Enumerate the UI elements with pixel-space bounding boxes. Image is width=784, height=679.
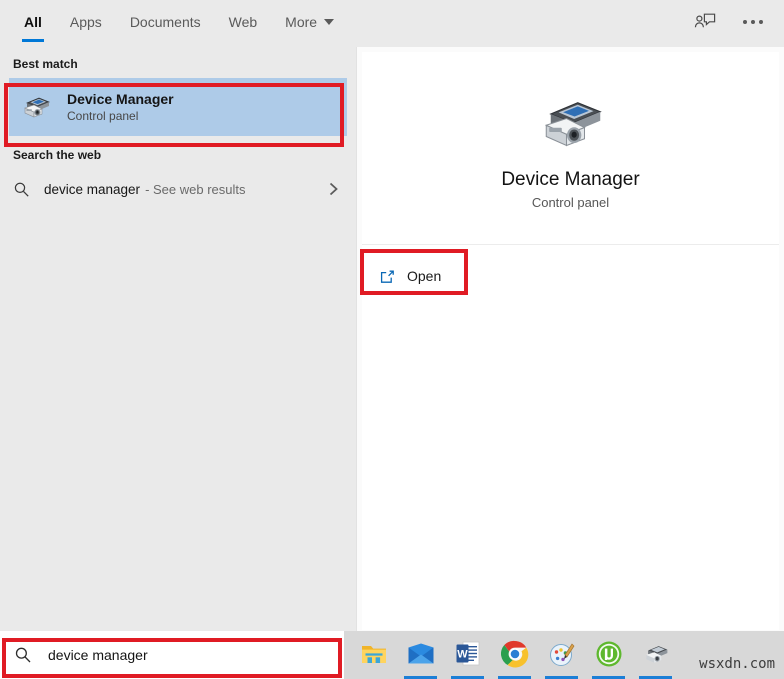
paint-icon bbox=[547, 639, 577, 669]
taskbar-search-box[interactable] bbox=[0, 631, 344, 679]
preview-card: Device Manager Control panel bbox=[362, 52, 779, 245]
tab-documents-label: Documents bbox=[129, 14, 201, 30]
search-input[interactable] bbox=[48, 647, 328, 663]
word-icon: W bbox=[453, 639, 483, 669]
search-flyout: All Apps Documents Web More Best match D… bbox=[0, 0, 784, 631]
utorrent-icon bbox=[594, 639, 624, 669]
web-result-query: device manager bbox=[44, 181, 141, 197]
tab-all-label: All bbox=[24, 14, 42, 30]
device-manager-icon bbox=[534, 86, 608, 160]
open-button-wrapper: Open bbox=[367, 257, 468, 295]
tab-apps-label: Apps bbox=[69, 14, 102, 30]
magnifier-icon bbox=[14, 646, 36, 664]
tab-documents[interactable]: Documents bbox=[116, 0, 215, 44]
device-manager-icon bbox=[641, 639, 671, 669]
taskbar: W wsxdn.com bbox=[344, 631, 784, 679]
best-match-text: Device Manager Control panel bbox=[67, 91, 174, 124]
taskbar-item-paint[interactable] bbox=[538, 631, 585, 679]
web-result-suffix: - See web results bbox=[145, 181, 246, 197]
preview-title: Device Manager bbox=[501, 169, 640, 190]
taskbar-item-word[interactable]: W bbox=[444, 631, 491, 679]
web-result-row[interactable]: device manager - See web results bbox=[0, 169, 356, 209]
open-button[interactable]: Open bbox=[367, 257, 468, 295]
preview-pane: Device Manager Control panel Open bbox=[356, 47, 784, 631]
best-match-section-label: Best match bbox=[13, 57, 78, 71]
open-external-icon bbox=[377, 268, 397, 285]
preview-actions: Open bbox=[362, 245, 779, 630]
tab-web[interactable]: Web bbox=[215, 0, 272, 44]
tab-apps[interactable]: Apps bbox=[56, 0, 116, 44]
tab-web-label: Web bbox=[228, 14, 258, 30]
taskbar-item-utorrent[interactable] bbox=[585, 631, 632, 679]
search-tabs: All Apps Documents Web More bbox=[0, 0, 348, 44]
ellipsis-dot bbox=[759, 20, 763, 24]
preview-subtitle: Control panel bbox=[531, 195, 610, 210]
magnifier-icon bbox=[13, 181, 35, 198]
taskbar-item-mail[interactable] bbox=[397, 631, 444, 679]
device-manager-icon bbox=[19, 90, 53, 124]
tab-more-label: More bbox=[285, 14, 318, 30]
header-actions bbox=[688, 0, 784, 44]
best-match-subtitle: Control panel bbox=[67, 108, 139, 123]
chrome-icon bbox=[500, 639, 530, 669]
results-pane: Best match Device Manager Control panel … bbox=[0, 47, 356, 631]
site-watermark: wsxdn.com bbox=[699, 656, 775, 672]
chevron-right-icon[interactable] bbox=[328, 181, 343, 197]
search-web-section-label: Search the web bbox=[13, 148, 102, 162]
person-feedback-icon[interactable] bbox=[688, 6, 722, 38]
ellipsis-dot bbox=[751, 20, 755, 24]
best-match-title: Device Manager bbox=[67, 90, 174, 107]
file-explorer-icon bbox=[359, 639, 389, 669]
tab-more[interactable]: More bbox=[271, 0, 348, 44]
taskbar-item-device-manager[interactable] bbox=[632, 631, 679, 679]
mail-icon bbox=[406, 639, 436, 669]
ellipsis-icon[interactable] bbox=[736, 6, 770, 38]
chevron-down-icon bbox=[324, 19, 335, 25]
tab-all[interactable]: All bbox=[10, 0, 56, 44]
taskbar-item-file-explorer[interactable] bbox=[350, 631, 397, 679]
ellipsis-dot bbox=[743, 20, 747, 24]
svg-text:W: W bbox=[457, 648, 468, 660]
taskbar-item-chrome[interactable] bbox=[491, 631, 538, 679]
open-button-label: Open bbox=[407, 268, 442, 284]
best-match-container: Device Manager Control panel bbox=[0, 78, 356, 136]
search-header: All Apps Documents Web More bbox=[0, 0, 784, 47]
best-match-result-device-manager[interactable]: Device Manager Control panel bbox=[9, 78, 347, 136]
bottom-bar: W bbox=[0, 631, 784, 679]
search-body: Best match Device Manager Control panel … bbox=[0, 47, 784, 631]
